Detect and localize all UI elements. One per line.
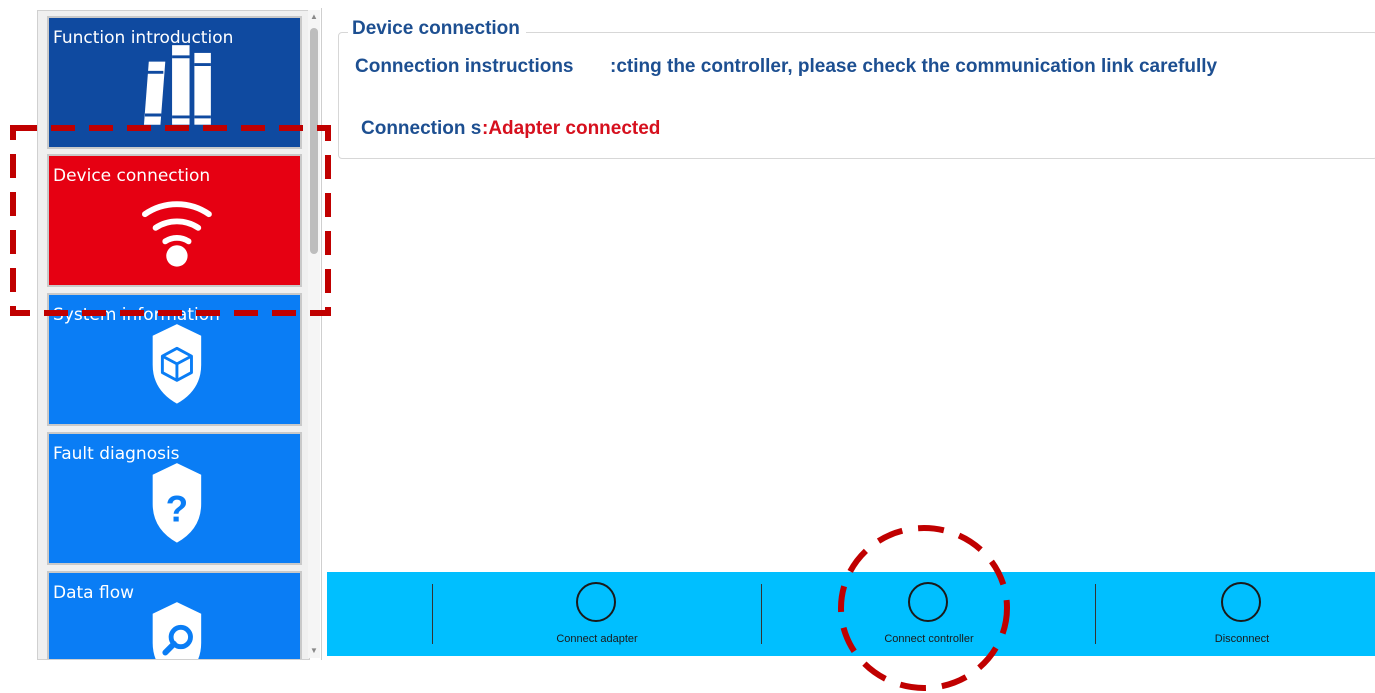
circle-icon xyxy=(576,582,616,622)
sidebar-item-function-introduction[interactable]: Function introduction xyxy=(47,16,302,149)
connection-status-label: Connection status xyxy=(361,118,481,139)
button-label: Disconnect xyxy=(1214,633,1270,645)
sidebar-item-system-information[interactable]: System information xyxy=(47,293,302,426)
sidebar-item-fault-diagnosis[interactable]: ? Fault diagnosis xyxy=(47,432,302,565)
instructions-label: Connection instructions xyxy=(355,56,574,77)
sidebar-scrollbar[interactable]: ▲ ▼ xyxy=(308,10,320,658)
button-label: Connect adapter xyxy=(556,633,638,645)
disconnect-button[interactable]: Disconnect xyxy=(1172,572,1312,656)
tile-label: Device connection xyxy=(53,166,211,186)
sidebar-item-data-flow[interactable]: Data flow xyxy=(47,571,302,659)
tile-label: Function introduction xyxy=(53,28,234,48)
groupbox-title: Device connection xyxy=(348,18,526,40)
tile-label: Data flow xyxy=(53,583,135,603)
panel-divider xyxy=(321,8,322,660)
circle-icon xyxy=(908,582,948,622)
svg-text:?: ? xyxy=(166,488,189,529)
tile-label: Fault diagnosis xyxy=(53,444,180,464)
bottom-toolbar: Connect adapter Connect controller Disco… xyxy=(327,572,1375,656)
circle-icon xyxy=(1221,582,1261,622)
instructions-text: :cting the controller, please check the … xyxy=(610,56,1218,77)
connection-status-value: :Adapter connected xyxy=(482,118,661,139)
scroll-down-arrow-icon[interactable]: ▼ xyxy=(308,644,320,658)
button-label: Connect controller xyxy=(884,633,974,645)
scroll-thumb[interactable] xyxy=(310,28,318,254)
connect-controller-button[interactable]: Connect controller xyxy=(859,572,999,656)
sidebar-nav: Function introduction Device connection … xyxy=(37,10,310,660)
toolbar-separator xyxy=(761,584,762,644)
toolbar-separator xyxy=(432,584,433,644)
tile-label: System information xyxy=(53,305,220,325)
scroll-up-arrow-icon[interactable]: ▲ xyxy=(308,10,320,24)
toolbar-separator xyxy=(1095,584,1096,644)
connect-adapter-button[interactable]: Connect adapter xyxy=(527,572,667,656)
sidebar-item-device-connection[interactable]: Device connection xyxy=(47,154,302,287)
